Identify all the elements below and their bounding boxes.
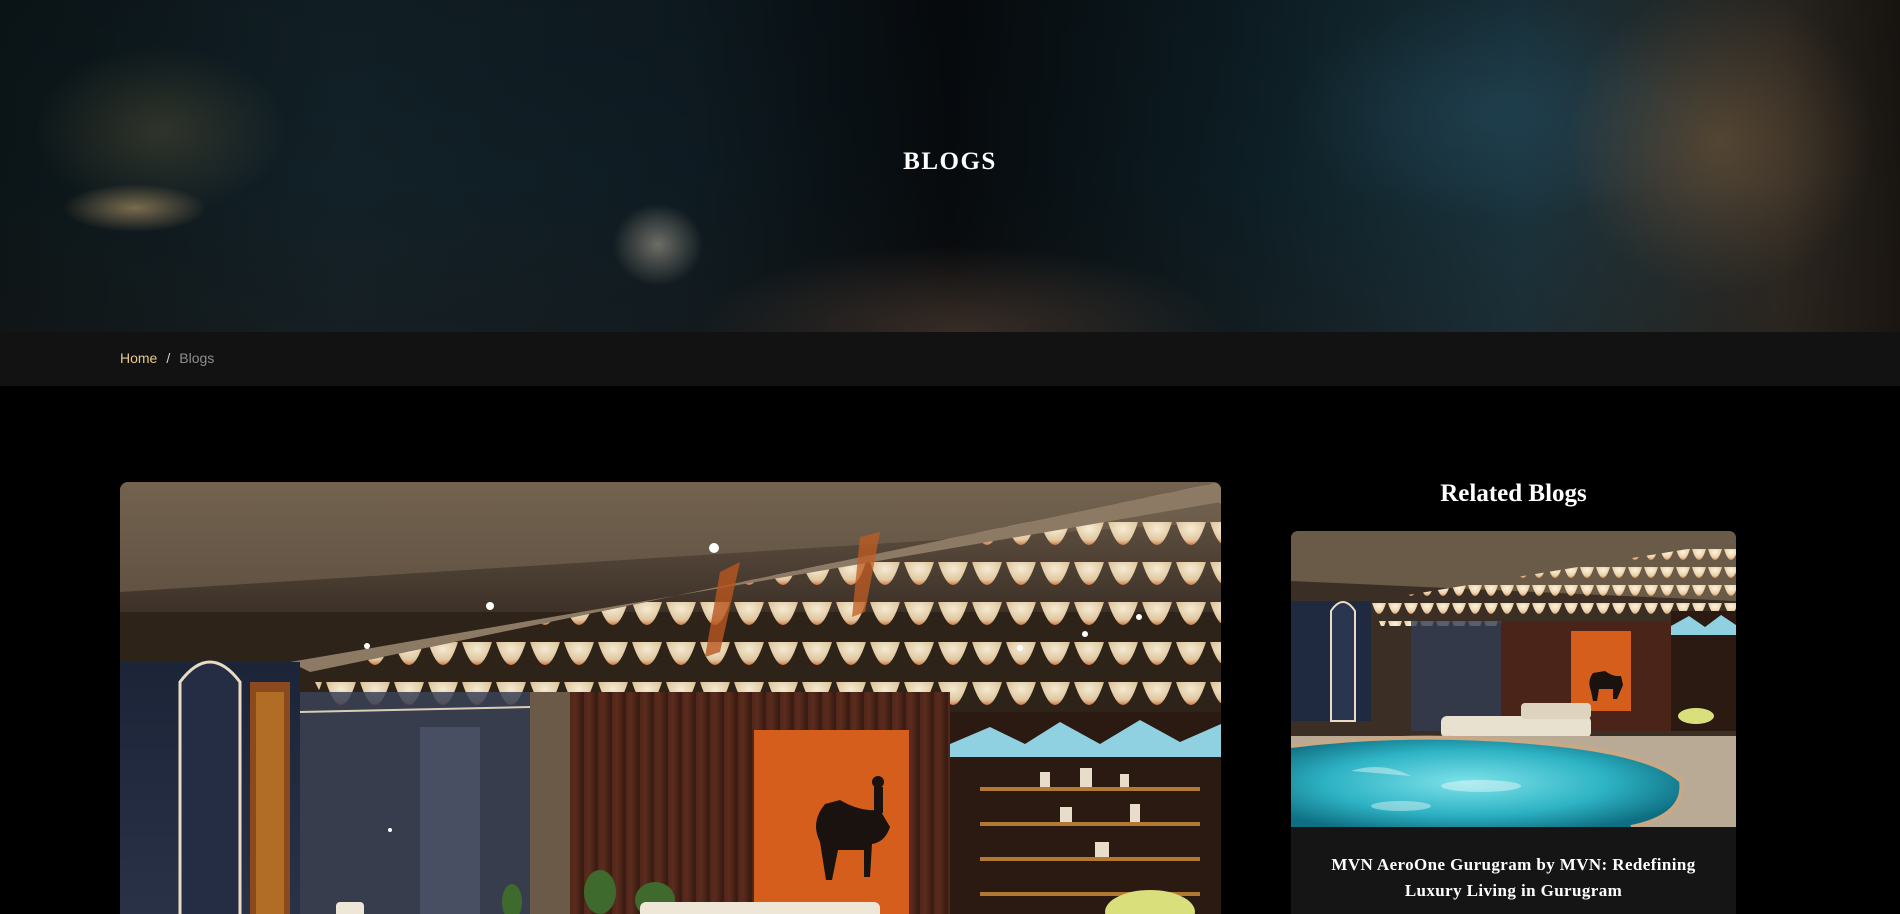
breadcrumb: Home / Blogs [120, 350, 214, 366]
breadcrumb-bar: Home / Blogs [0, 332, 1900, 386]
related-blog-thumbnail[interactable] [1291, 531, 1736, 829]
related-blog-title[interactable]: MVN AeroOne Gurugram by MVN: Redefining … [1311, 852, 1716, 904]
breadcrumb-home-link[interactable]: Home [120, 350, 157, 366]
related-blog-card[interactable]: MVN AeroOne Gurugram by MVN: Redefining … [1291, 531, 1736, 914]
hero-banner: BLOGS [0, 0, 1900, 332]
interior-pool-illustration [1291, 531, 1736, 829]
breadcrumb-separator: / [166, 350, 171, 366]
breadcrumb-current: Blogs [179, 350, 215, 366]
interior-lounge-illustration [120, 482, 1221, 914]
related-blogs-heading: Related Blogs [1440, 480, 1587, 507]
blog-featured-image[interactable] [120, 482, 1221, 914]
page-title: BLOGS [903, 148, 997, 175]
